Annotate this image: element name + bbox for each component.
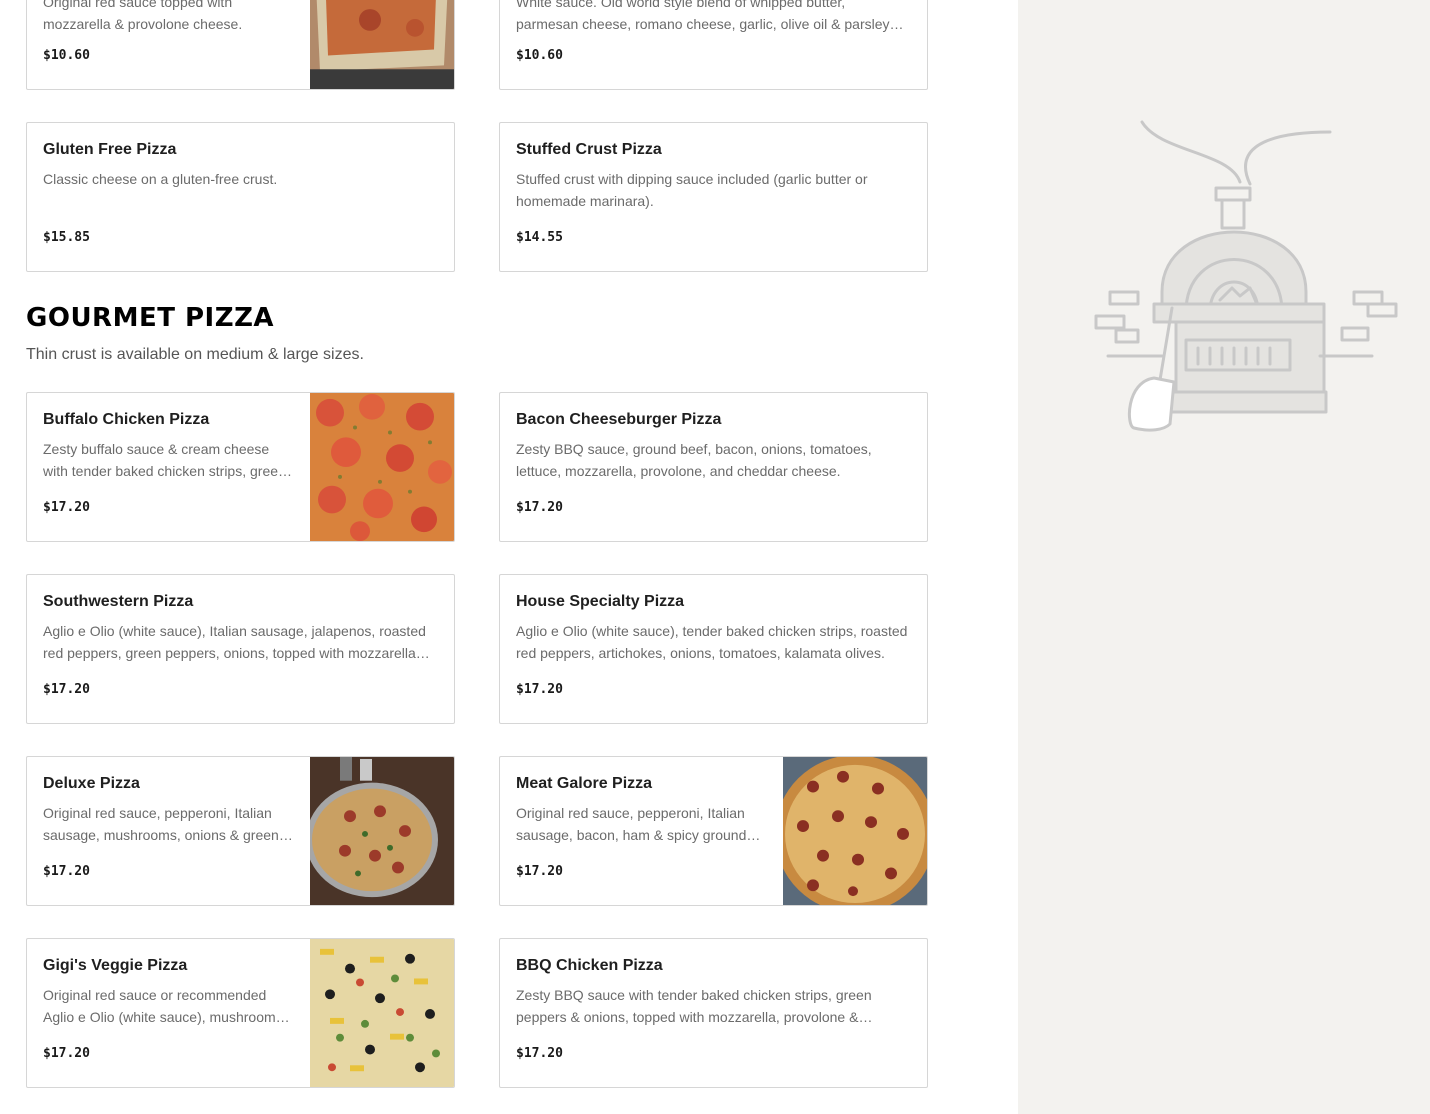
menu-item-description: Zesty buffalo sauce & cream cheese with … xyxy=(43,441,286,479)
menu-item-body: Buffalo Chicken Pizza Zesty buffalo sauc… xyxy=(43,393,294,541)
menu-item-description: Stuffed crust with dipping sauce include… xyxy=(516,171,868,209)
menu-item-card[interactable]: Meat Galore Pizza Original red sauce, pe… xyxy=(499,756,928,906)
menu-item-body: Original red sauce topped with mozzarell… xyxy=(43,0,294,89)
menu-item-price: $17.20 xyxy=(43,1046,90,1061)
menu-item-description: Original red sauce or recommended Aglio … xyxy=(43,987,287,1025)
menu-item-body: House Specialty Pizza Aglio e Olio (whit… xyxy=(516,575,911,723)
menu-item-card[interactable]: Bacon Cheeseburger Pizza Zesty BBQ sauce… xyxy=(499,392,928,542)
menu-item-name: Gigi's Veggie Pizza xyxy=(43,957,188,974)
menu-item-price: $17.20 xyxy=(43,864,90,879)
menu-item-card[interactable]: Gigi's Veggie Pizza Original red sauce o… xyxy=(26,938,455,1088)
menu-item-body: White sauce. Old world style blend of wh… xyxy=(516,0,911,89)
menu-item-description: Aglio e Olio (white sauce), tender baked… xyxy=(516,623,908,661)
menu-item-card[interactable]: House Specialty Pizza Aglio e Olio (whit… xyxy=(499,574,928,724)
menu-item-card[interactable]: Buffalo Chicken Pizza Zesty buffalo sauc… xyxy=(26,392,455,542)
menu-item-price: $17.20 xyxy=(43,500,90,515)
menu-item-description: Classic cheese on a gluten-free crust. xyxy=(43,171,278,187)
pizza-oven-icon xyxy=(1090,112,1410,442)
menu-item-description: Zesty BBQ sauce, ground beef, bacon, oni… xyxy=(516,441,872,479)
menu-item-description: Zesty BBQ sauce with tender baked chicke… xyxy=(516,987,872,1025)
menu-item-card[interactable]: Stuffed Crust Pizza Stuffed crust with d… xyxy=(499,122,928,272)
menu-item-description: Original red sauce, pepperoni, Italian s… xyxy=(516,805,747,843)
menu-item-price: $17.20 xyxy=(516,500,563,515)
menu-item-body: Stuffed Crust Pizza Stuffed crust with d… xyxy=(516,123,911,271)
menu-item-card[interactable]: Original red sauce topped with mozzarell… xyxy=(26,0,455,90)
menu-item-body: BBQ Chicken Pizza Zesty BBQ sauce with t… xyxy=(516,939,911,1087)
menu-item-name: Deluxe Pizza xyxy=(43,775,140,792)
menu-item-body: Gluten Free Pizza Classic cheese on a gl… xyxy=(43,123,438,271)
menu-item-name: Bacon Cheeseburger Pizza xyxy=(516,411,722,428)
menu-item-description: Aglio e Olio (white sauce), Italian saus… xyxy=(43,623,426,661)
menu-item-name: Southwestern Pizza xyxy=(43,593,194,610)
menu-item-name: BBQ Chicken Pizza xyxy=(516,957,663,974)
menu-item-price: $17.20 xyxy=(516,682,563,697)
menu-item-price: $10.60 xyxy=(43,48,90,63)
menu-item-card[interactable]: Deluxe Pizza Original red sauce, peppero… xyxy=(26,756,455,906)
menu-item-description: Original red sauce, pepperoni, Italian s… xyxy=(43,805,279,843)
menu-item-body: Bacon Cheeseburger Pizza Zesty BBQ sauce… xyxy=(516,393,911,541)
buffalo-chicken-pizza-photo xyxy=(310,393,454,541)
section-note: Thin crust is available on medium & larg… xyxy=(26,346,364,363)
menu-item-name: Stuffed Crust Pizza xyxy=(516,141,662,158)
menu-item-card[interactable]: White sauce. Old world style blend of wh… xyxy=(499,0,928,90)
menu-item-card[interactable]: Gluten Free Pizza Classic cheese on a gl… xyxy=(26,122,455,272)
menu-item-price: $17.20 xyxy=(516,864,563,879)
menu-item-price: $15.85 xyxy=(43,230,90,245)
menu-item-card[interactable]: Southwestern Pizza Aglio e Olio (white s… xyxy=(26,574,455,724)
meat-galore-pizza-photo xyxy=(783,757,927,905)
deluxe-pizza-photo xyxy=(310,757,454,905)
menu-item-body: Gigi's Veggie Pizza Original red sauce o… xyxy=(43,939,294,1087)
menu-item-name: Buffalo Chicken Pizza xyxy=(43,411,210,428)
section-title: GOURMET PIZZA xyxy=(26,303,275,333)
menu-item-price: $14.55 xyxy=(516,230,563,245)
menu-item-body: Deluxe Pizza Original red sauce, peppero… xyxy=(43,757,294,905)
menu-item-name: Gluten Free Pizza xyxy=(43,141,177,158)
menu-item-description: Original red sauce topped with mozzarell… xyxy=(43,0,243,32)
menu-item-price: $10.60 xyxy=(516,48,563,63)
menu-item-name: House Specialty Pizza xyxy=(516,593,685,610)
menu-item-price: $17.20 xyxy=(516,1046,563,1061)
menu-item-card[interactable]: BBQ Chicken Pizza Zesty BBQ sauce with t… xyxy=(499,938,928,1088)
menu-item-body: Meat Galore Pizza Original red sauce, pe… xyxy=(516,757,767,905)
menu-item-name: Meat Galore Pizza xyxy=(516,775,653,792)
veggie-pizza-photo xyxy=(310,939,454,1087)
menu-item-price: $17.20 xyxy=(43,682,90,697)
cheese-pizza-photo xyxy=(310,0,454,89)
menu-item-description: White sauce. Old world style blend of wh… xyxy=(516,0,890,32)
menu-item-body: Southwestern Pizza Aglio e Olio (white s… xyxy=(43,575,438,723)
